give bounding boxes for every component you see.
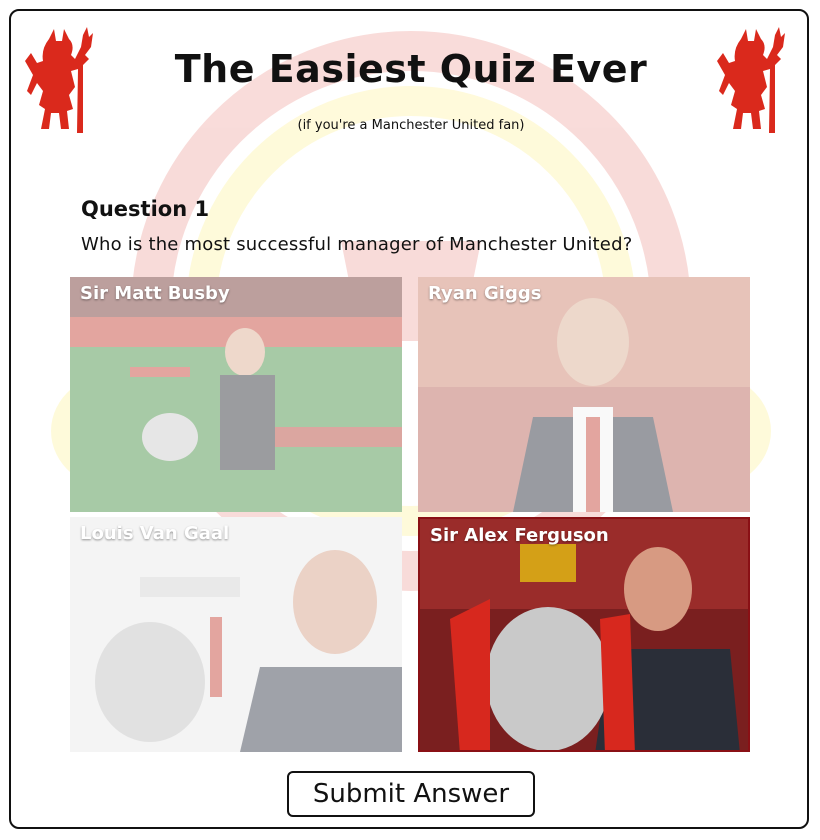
answer-label: Louis Van Gaal: [80, 523, 230, 544]
question-text: Who is the most successful manager of Ma…: [81, 234, 633, 255]
quiz-card: The Easiest Quiz Ever (if you're a Manch…: [9, 9, 809, 829]
answer-label: Sir Matt Busby: [80, 283, 230, 304]
submit-answer-button[interactable]: Submit Answer: [287, 771, 535, 817]
page-title: The Easiest Quiz Ever: [174, 47, 648, 91]
answer-option-alex-ferguson[interactable]: Sir Alex Ferguson: [418, 517, 750, 752]
answer-option-ryan-giggs[interactable]: Ryan Giggs: [418, 277, 750, 512]
answer-option-louis-van-gaal[interactable]: Louis Van Gaal: [70, 517, 402, 752]
answer-label: Ryan Giggs: [428, 283, 542, 304]
answer-label: Sir Alex Ferguson: [430, 525, 609, 546]
question-number: Question 1: [81, 197, 210, 221]
page-subtitle: (if you're a Manchester United fan): [297, 118, 525, 133]
answer-option-matt-busby[interactable]: Sir Matt Busby: [70, 277, 402, 512]
